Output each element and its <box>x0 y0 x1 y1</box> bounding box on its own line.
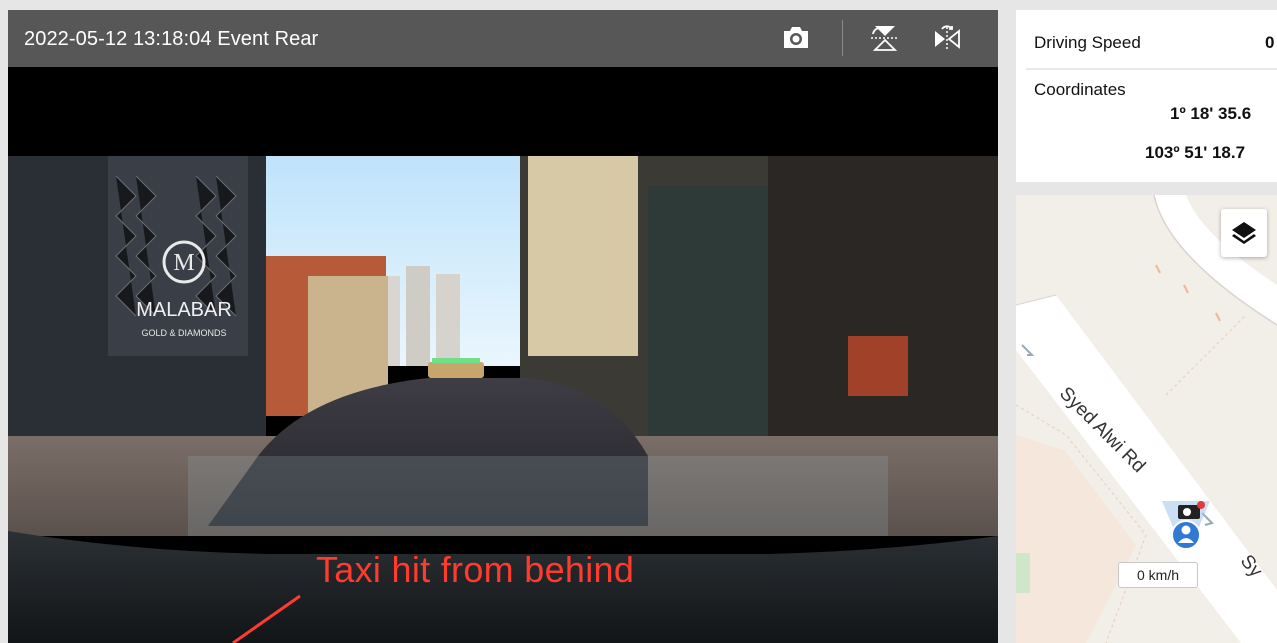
snapshot-button[interactable] <box>780 22 812 54</box>
storefront-brand: MALABAR <box>136 299 232 321</box>
toolbar-divider <box>842 20 843 56</box>
layers-icon <box>1232 222 1256 244</box>
latitude-value: 1º 18' 35.6 <box>1170 104 1252 123</box>
incident-annotation: Taxi hit from behind <box>316 549 635 590</box>
location-map[interactable]: Syed Alwi Rd Sy 0 km/h <box>1016 195 1277 643</box>
video-title: 2022-05-12 13:18:04 Event Rear <box>24 28 319 50</box>
driving-speed-value: 0 <box>1265 33 1275 52</box>
telemetry-panel: Driving Speed 0 Coordinates 1º 18' 35.6 … <box>1016 10 1277 182</box>
coordinates-label: Coordinates <box>1034 80 1126 99</box>
video-letterbox <box>8 67 998 156</box>
mirror-button[interactable] <box>931 22 963 54</box>
player-toolbar: 2022-05-12 13:18:04 Event Rear <box>8 10 998 67</box>
mirror-flip-icon <box>935 25 960 51</box>
map-speed-badge: 0 km/h <box>1118 562 1198 588</box>
map-layers-button[interactable] <box>1221 209 1267 257</box>
video-player[interactable]: 2022-05-12 13:18:04 Event Rear M MALABAR… <box>8 10 998 643</box>
flip-vertical-icon <box>871 26 898 51</box>
driving-speed-label: Driving Speed <box>1034 33 1141 52</box>
storefront-tagline: GOLD & DIAMONDS <box>141 328 226 338</box>
svg-text:M: M <box>173 250 194 276</box>
flip-vertical-button[interactable] <box>868 22 900 54</box>
vehicle-marker-icon[interactable] <box>1154 495 1216 553</box>
info-divider <box>1026 68 1277 70</box>
longitude-value: 103º 51' 18.7 <box>1145 143 1246 162</box>
camera-icon <box>784 27 808 48</box>
